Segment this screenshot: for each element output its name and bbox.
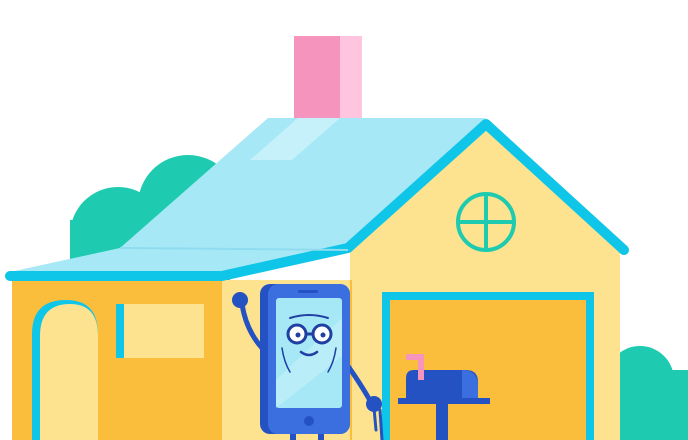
chimney-icon	[294, 36, 362, 124]
house-illustration	[5, 36, 688, 440]
round-window-icon	[456, 192, 516, 252]
illustration-canvas	[0, 0, 688, 440]
door-icon	[32, 300, 98, 440]
garage-icon	[382, 292, 594, 440]
wing-window-icon	[116, 304, 204, 358]
